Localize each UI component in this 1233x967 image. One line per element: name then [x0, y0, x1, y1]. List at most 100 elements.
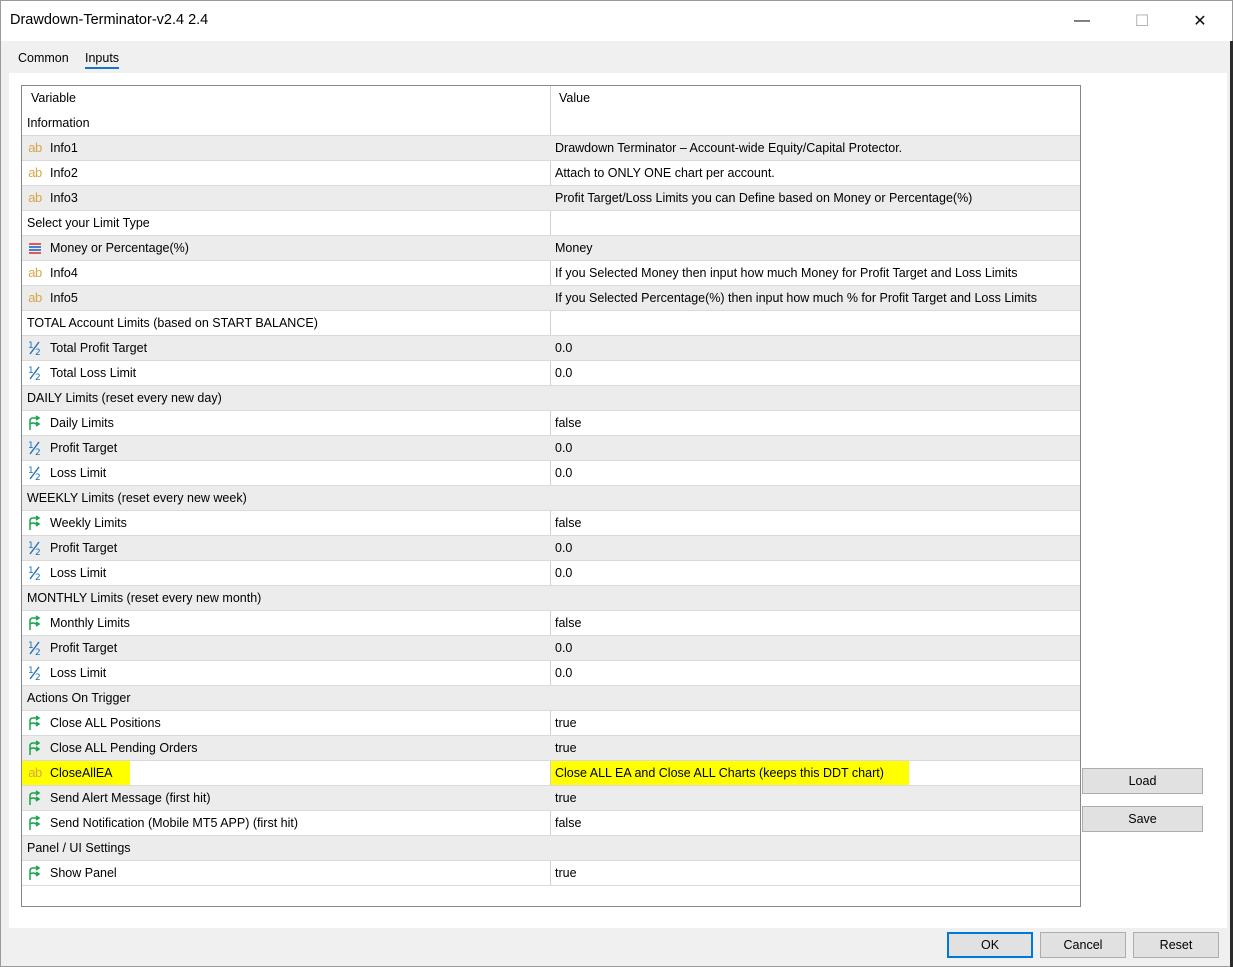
- input-row[interactable]: Money or Percentage(%) Money: [22, 236, 1080, 261]
- string-ab-icon: ab: [28, 265, 42, 280]
- input-row[interactable]: 1 2 Profit Target 0.0: [22, 436, 1080, 461]
- input-row[interactable]: Show Panel true: [22, 861, 1080, 886]
- variable-label: Info5: [50, 291, 78, 305]
- value-cell[interactable]: 0.0: [555, 436, 572, 460]
- value-cell[interactable]: Attach to ONLY ONE chart per account.: [555, 161, 775, 185]
- input-row[interactable]: 1 2 Loss Limit 0.0: [22, 661, 1080, 686]
- variable-label: Send Alert Message (first hit): [50, 791, 211, 805]
- group-row[interactable]: WEEKLY Limits (reset every new week): [22, 486, 1080, 511]
- tab-inputs[interactable]: Inputs: [76, 47, 128, 73]
- inputs-grid[interactable]: Variable Value Information ab Info1 Drawdow…: [21, 85, 1081, 907]
- save-button[interactable]: Save: [1082, 806, 1203, 832]
- input-row[interactable]: 1 2 Total Profit Target 0.0: [22, 336, 1080, 361]
- variable-label: Information: [27, 116, 90, 130]
- input-row[interactable]: Send Alert Message (first hit) true: [22, 786, 1080, 811]
- minimize-button[interactable]: —: [1059, 1, 1105, 41]
- variable-cell: ab Info3: [27, 186, 78, 210]
- variable-cell: Actions On Trigger: [27, 686, 131, 710]
- input-row[interactable]: ab Info1 Drawdown Terminator – Account-wid…: [22, 136, 1080, 161]
- input-row[interactable]: ab CloseAllEA Close ALL EA and Close ALL C…: [22, 761, 1080, 786]
- group-row[interactable]: Actions On Trigger: [22, 686, 1080, 711]
- reset-button[interactable]: Reset: [1133, 932, 1219, 958]
- value-cell[interactable]: 0.0: [555, 636, 572, 660]
- input-row[interactable]: Monthly Limits false: [22, 611, 1080, 636]
- bool-arrow-icon: [27, 740, 43, 756]
- maximize-button[interactable]: ☐: [1119, 1, 1165, 41]
- input-row[interactable]: ab Info5 If you Selected Percentage(%) the…: [22, 286, 1080, 311]
- input-row[interactable]: Weekly Limits false: [22, 511, 1080, 536]
- value-cell[interactable]: Money: [555, 236, 593, 260]
- variable-label: Panel / UI Settings: [27, 841, 131, 855]
- value-cell[interactable]: true: [555, 786, 577, 810]
- value-cell[interactable]: 0.0: [555, 536, 572, 560]
- value-cell[interactable]: true: [555, 736, 577, 760]
- variable-label: Send Notification (Mobile MT5 APP) (firs…: [50, 816, 298, 830]
- variable-label: Total Loss Limit: [50, 366, 137, 380]
- group-row[interactable]: DAILY Limits (reset every new day): [22, 386, 1080, 411]
- double-half-icon: 12: [27, 465, 43, 481]
- input-row[interactable]: 1 2 Total Loss Limit 0.0: [22, 361, 1080, 386]
- variable-label: Show Panel: [50, 866, 117, 880]
- input-row[interactable]: 1 2 Profit Target 0.0: [22, 536, 1080, 561]
- header-variable[interactable]: Variable: [31, 86, 76, 111]
- input-row[interactable]: 1 2 Loss Limit 0.0: [22, 461, 1080, 486]
- double-half-icon: 12: [27, 440, 43, 456]
- value-cell[interactable]: 0.0: [555, 561, 572, 585]
- variable-label: Weekly Limits: [50, 516, 127, 530]
- bool-arrow-icon: [27, 615, 43, 631]
- group-row[interactable]: Panel / UI Settings: [22, 836, 1080, 861]
- variable-cell: DAILY Limits (reset every new day): [27, 386, 222, 410]
- tab-inputs-label: Inputs: [85, 51, 120, 69]
- input-row[interactable]: ab Info3 Profit Target/Loss Limits you can…: [22, 186, 1080, 211]
- variable-label: Info4: [50, 266, 78, 280]
- value-cell[interactable]: Drawdown Terminator – Account-wide Equit…: [555, 136, 902, 160]
- close-button[interactable]: ✕: [1177, 1, 1223, 41]
- input-row[interactable]: ab Info2 Attach to ONLY ONE chart per acco…: [22, 161, 1080, 186]
- value-cell[interactable]: false: [555, 511, 581, 535]
- group-row[interactable]: Information: [22, 111, 1080, 136]
- ok-button[interactable]: OK: [947, 932, 1033, 958]
- group-row[interactable]: TOTAL Account Limits (based on START BAL…: [22, 311, 1080, 336]
- bool-arrow-icon: [27, 865, 43, 881]
- value-cell[interactable]: 0.0: [555, 336, 572, 360]
- tab-common[interactable]: Common: [9, 47, 78, 73]
- value-cell[interactable]: Profit Target/Loss Limits you can Define…: [555, 186, 972, 210]
- input-row[interactable]: Close ALL Positions true: [22, 711, 1080, 736]
- variable-cell: WEEKLY Limits (reset every new week): [27, 486, 247, 510]
- value-cell[interactable]: 0.0: [555, 661, 572, 685]
- input-row[interactable]: Send Notification (Mobile MT5 APP) (firs…: [22, 811, 1080, 836]
- input-row[interactable]: 1 2 Loss Limit 0.0: [22, 561, 1080, 586]
- input-row[interactable]: Close ALL Pending Orders true: [22, 736, 1080, 761]
- value-cell[interactable]: If you Selected Money then input how muc…: [555, 261, 1018, 285]
- input-row[interactable]: Daily Limits false: [22, 411, 1080, 436]
- header-value[interactable]: Value: [559, 86, 590, 111]
- value-cell[interactable]: If you Selected Percentage(%) then input…: [555, 286, 1037, 310]
- variable-label: Profit Target: [50, 541, 118, 555]
- variable-cell: 1 2 Total Profit Target: [27, 336, 147, 360]
- variable-label: Monthly Limits: [50, 616, 130, 630]
- load-button[interactable]: Load: [1082, 768, 1203, 794]
- input-row[interactable]: ab Info4 If you Selected Money then input …: [22, 261, 1080, 286]
- value-cell[interactable]: false: [555, 811, 581, 835]
- group-row[interactable]: Select your Limit Type: [22, 211, 1080, 236]
- variable-cell: Information: [27, 111, 90, 135]
- variable-label: Info2: [50, 166, 78, 180]
- double-half-icon: 12: [27, 640, 43, 656]
- variable-cell: ab Info2: [27, 161, 78, 185]
- variable-cell: MONTHLY Limits (reset every new month): [27, 586, 261, 610]
- value-cell[interactable]: 0.0: [555, 461, 572, 485]
- value-cell[interactable]: true: [555, 711, 577, 735]
- value-cell[interactable]: true: [555, 861, 577, 885]
- variable-cell: Close ALL Pending Orders: [27, 736, 198, 760]
- value-cell[interactable]: Close ALL EA and Close ALL Charts (keeps…: [555, 761, 884, 785]
- value-cell[interactable]: false: [555, 411, 581, 435]
- value-cell[interactable]: false: [555, 611, 581, 635]
- variable-cell: 1 2 Total Loss Limit: [27, 361, 136, 385]
- bool-arrow-icon: [27, 415, 43, 431]
- group-row[interactable]: MONTHLY Limits (reset every new month): [22, 586, 1080, 611]
- dialog-window: Drawdown-Terminator-v2.4 2.4 — ☐ ✕ Commo…: [0, 0, 1233, 967]
- title-bar: Drawdown-Terminator-v2.4 2.4 — ☐ ✕: [1, 1, 1232, 41]
- cancel-button[interactable]: Cancel: [1040, 932, 1126, 958]
- input-row[interactable]: 1 2 Profit Target 0.0: [22, 636, 1080, 661]
- value-cell[interactable]: 0.0: [555, 361, 572, 385]
